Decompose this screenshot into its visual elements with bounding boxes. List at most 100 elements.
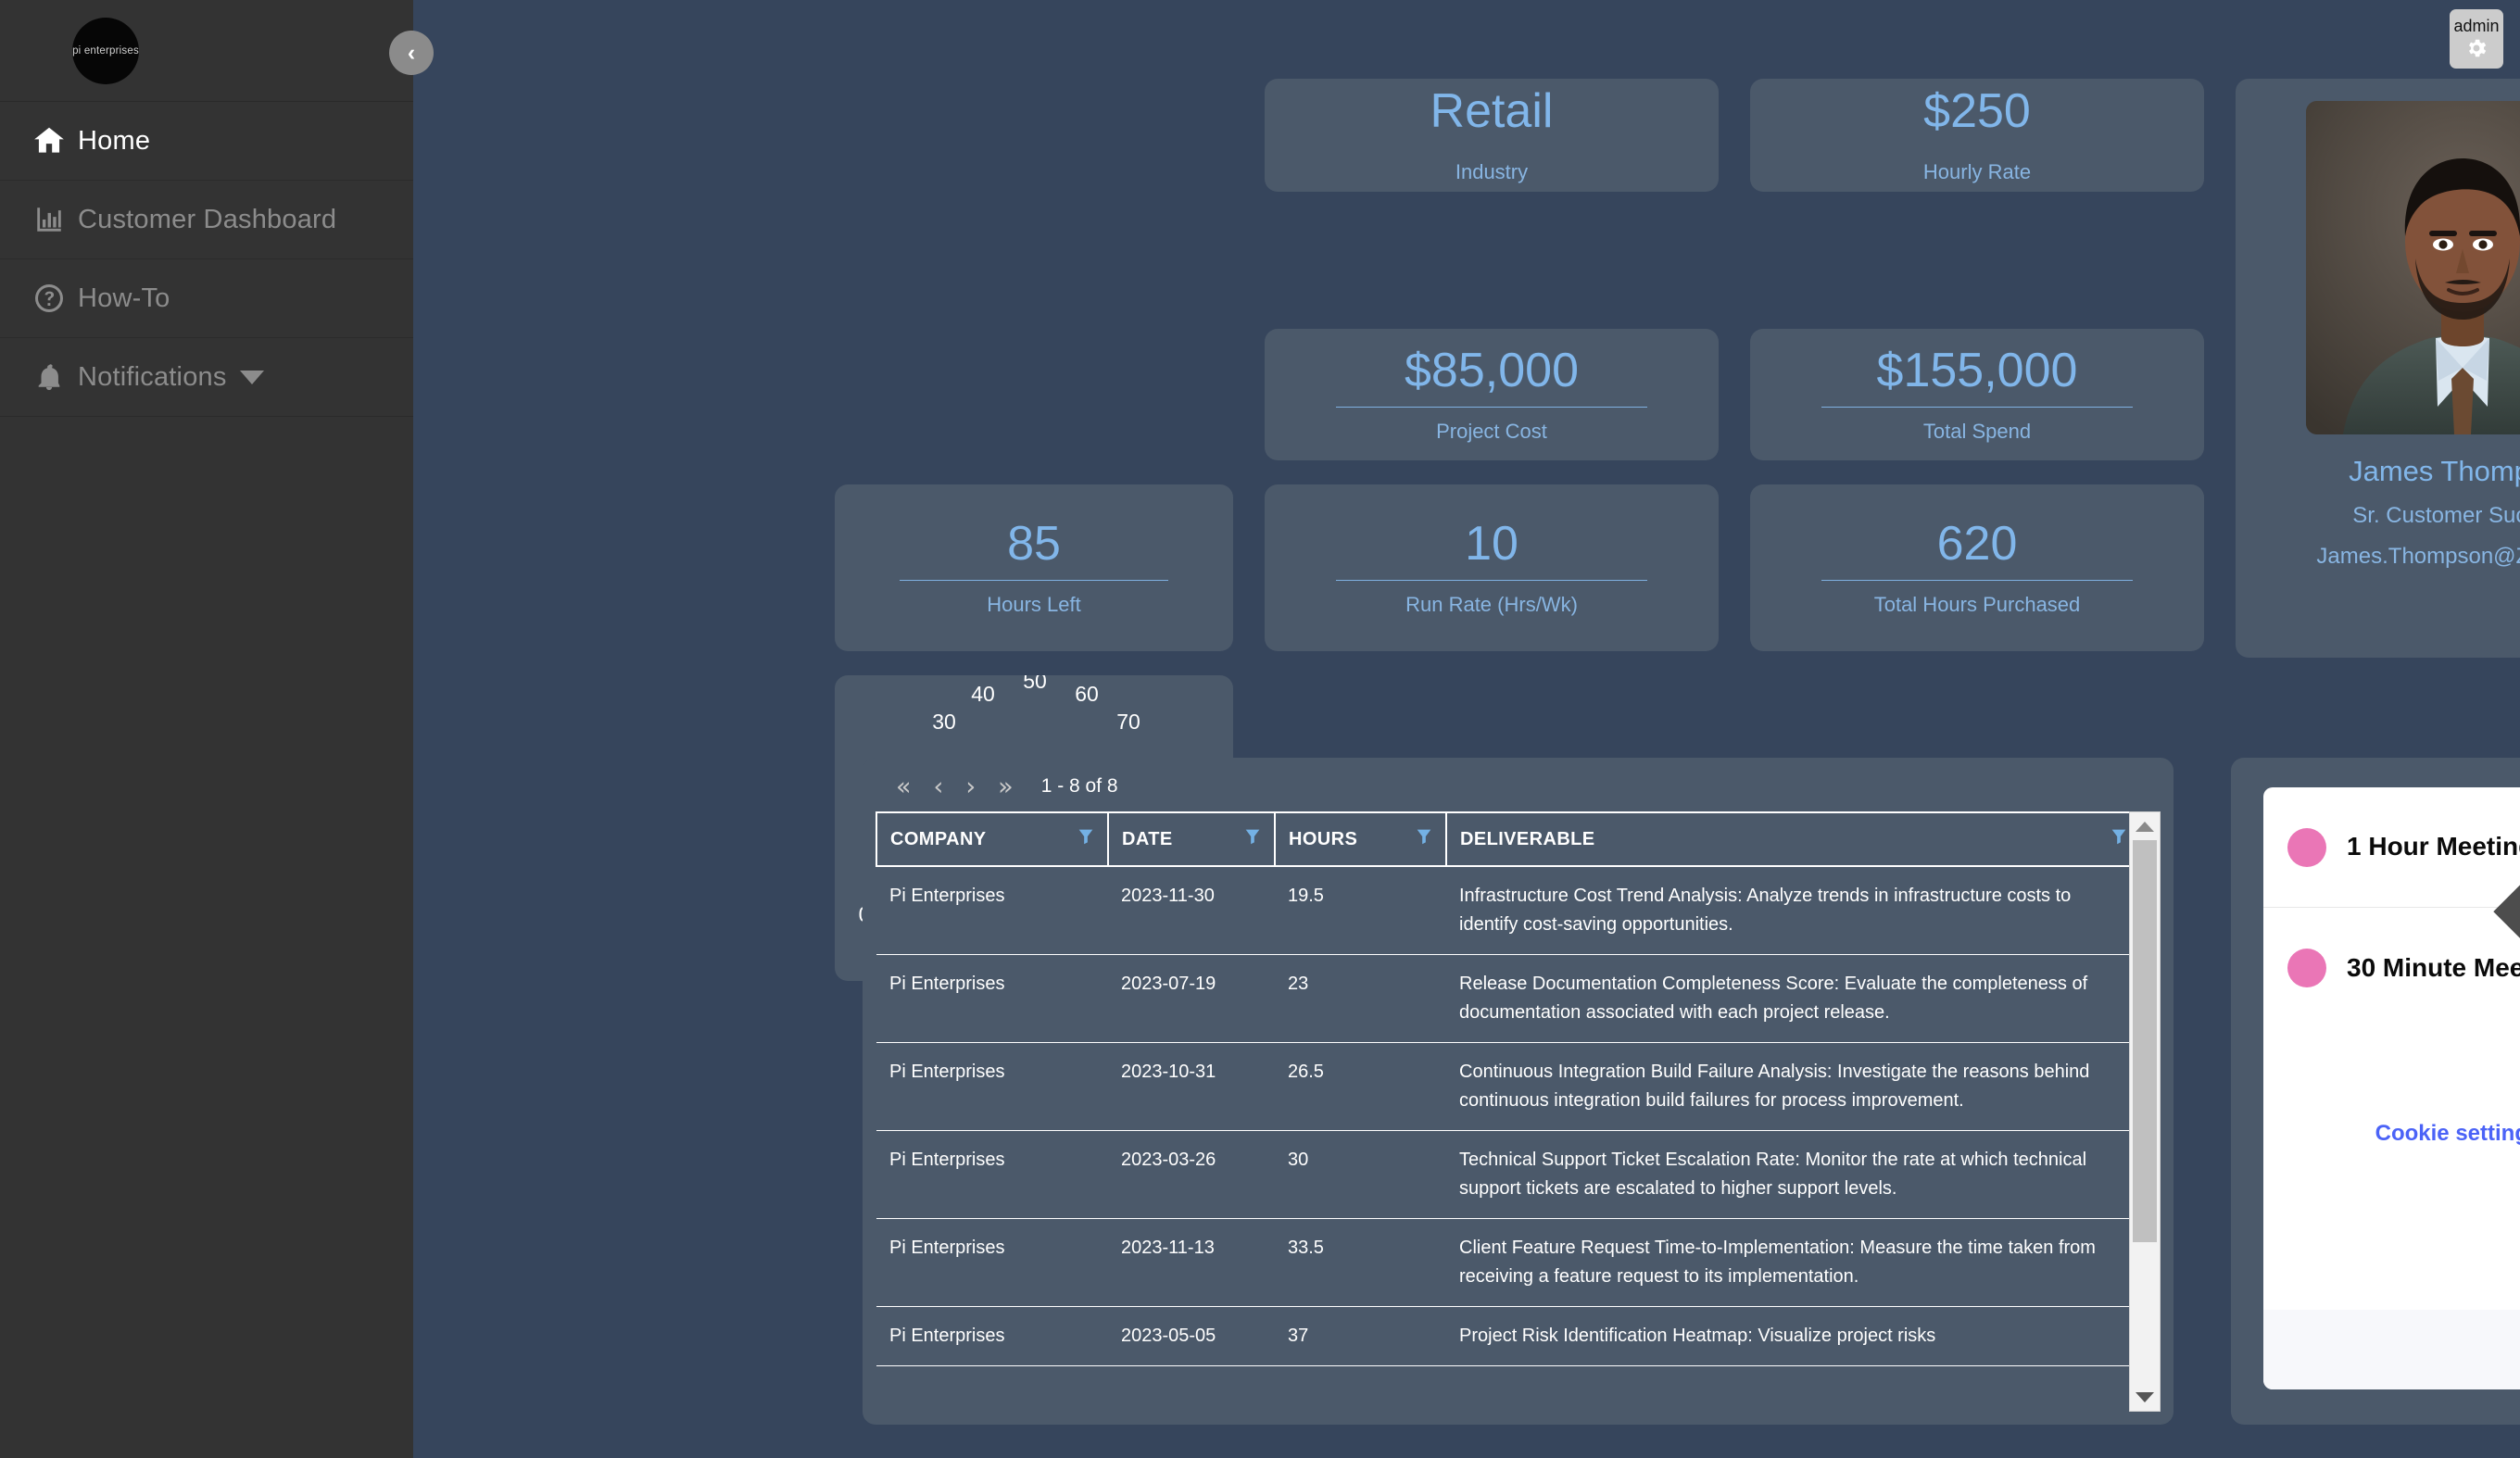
scroll-up-button[interactable] [2136,812,2154,840]
cell-company: Pi Enterprises [876,1130,1108,1219]
triangle-up-icon [2136,821,2154,832]
profile-role: Sr. Customer Success [2352,503,2520,528]
kpi-card-hours-left: 85 Hours Left [835,484,1233,651]
pagination-next-button[interactable]: › [954,774,987,799]
deliverables-table: COMPANY DATE HOURS DELIVERABLE Pi Enterp… [876,811,2142,1366]
calendly-event-30-minute-meeting[interactable]: 30 Minute Meeting [2263,908,2520,1028]
kpi-label-hourly-rate: Hourly Rate [1922,159,2032,183]
table-vertical-scrollbar[interactable] [2129,811,2161,1412]
table-row[interactable]: Pi Enterprises 2023-07-19 23 Release Doc… [876,954,2141,1043]
cell-deliverable: Project Risk Identification Heatmap: Vis… [1446,1306,2141,1366]
kpi-value-total-spend: $155,000 [1876,343,2078,397]
kpi-divider [1821,407,2133,408]
sidebar-item-customer-dashboard[interactable]: Customer Dashboard [0,181,413,259]
cell-company: Pi Enterprises [876,1306,1108,1366]
kpi-card-project-cost: $85,000 Project Cost [1265,329,1719,460]
avatar [2306,101,2520,434]
funnel-icon-hours[interactable] [1414,826,1434,852]
main-content: admin 30 40 50 60 70 Retail Industry $25… [413,0,2520,1458]
pagination-range: 1 - 8 of 8 [1040,775,1118,797]
cell-deliverable: Client Feature Request Time-to-Implement… [1446,1218,2141,1307]
cell-hours: 26.5 [1275,1042,1446,1131]
sidebar-item-home[interactable]: Home [0,102,413,181]
column-header-label-hours: HOURS [1289,828,1358,849]
table-row[interactable]: Pi Enterprises 2023-03-26 30 Technical S… [876,1130,2141,1219]
kpi-divider [1336,407,1647,408]
table-row[interactable]: Pi Enterprises 2023-11-13 33.5 Client Fe… [876,1218,2141,1307]
cell-hours: 37 [1275,1306,1446,1366]
profile-email[interactable]: James.Thompson@Zuar.com [2316,544,2520,570]
column-header-date[interactable]: DATE [1107,811,1276,867]
profile-name: James Thompson [2349,455,2520,487]
pagination-prev-button[interactable]: ‹ [923,774,955,799]
kpi-label-project-cost: Project Cost [1436,420,1547,444]
sidebar-collapse-toggle[interactable]: ‹ [389,31,434,75]
kpi-value-total-hours-purchased: 620 [1936,516,2018,571]
sidebar-item-label-customer-dashboard: Customer Dashboard [78,204,337,234]
chevron-down-icon[interactable] [239,370,264,384]
calendly-event-1-hour-meeting[interactable]: 1 Hour Meeting [2263,787,2520,908]
scrollbar-track[interactable] [2130,840,2160,1383]
calendly-card: POWERED BY Calendly 1 Hour Meeting 30 Mi… [2231,758,2520,1425]
svg-text:70: 70 [1116,710,1140,734]
dashboard-root: pi enterprises Home Customer Dashboard H… [0,0,2520,1458]
cell-company: Pi Enterprises [876,954,1108,1043]
table-header-row: COMPANY DATE HOURS DELIVERABLE [876,811,2142,867]
kpi-card-hourly-rate: $250 Hourly Rate [1750,79,2204,192]
home-icon [20,123,78,158]
svg-text:40: 40 [971,682,995,706]
calendly-event-title-2: 30 Minute Meeting [2347,952,2520,982]
table-row[interactable]: Pi Enterprises 2023-10-31 26.5 Continuou… [876,1042,2141,1131]
calendly-widget: POWERED BY Calendly 1 Hour Meeting 30 Mi… [2263,787,2520,1389]
column-header-deliverable[interactable]: DELIVERABLE [1445,811,2142,867]
kpi-label-hours-left: Hours Left [987,593,1081,617]
cookie-settings-link[interactable]: Cookie settings [2263,1121,2520,1147]
sidebar-item-label-home: Home [78,125,151,156]
cell-date: 2023-05-05 [1108,1306,1275,1366]
column-header-label-deliverable: DELIVERABLE [1460,828,1595,849]
avatar-photo [2306,101,2520,434]
column-header-hours[interactable]: HOURS [1274,811,1447,867]
funnel-icon-date[interactable] [1242,826,1263,852]
column-header-company[interactable]: COMPANY [876,811,1109,867]
kpi-card-industry: Retail Industry [1265,79,1719,192]
gear-icon [2464,36,2488,60]
logo-text: pi enterprises [72,44,139,57]
funnel-icon-company[interactable] [1076,826,1096,852]
scrollbar-thumb[interactable] [2133,840,2157,1242]
cell-hours: 30 [1275,1130,1446,1219]
cell-date: 2023-11-13 [1108,1218,1275,1307]
table-row[interactable]: Pi Enterprises 2023-11-30 19.5 Infrastru… [876,866,2141,955]
kpi-divider [1821,580,2133,582]
admin-button-label: admin [2453,17,2500,35]
cell-deliverable: Technical Support Ticket Escalation Rate… [1446,1130,2141,1219]
logo-circle: pi enterprises [72,17,139,84]
pagination-first-button[interactable]: « [885,774,923,799]
bell-icon [20,361,78,393]
chevron-left-icon: ‹ [407,39,416,66]
kpi-label-industry: Industry [1455,159,1529,183]
cell-company: Pi Enterprises [876,1218,1108,1307]
calendly-event-title-1: 1 Hour Meeting [2347,832,2520,861]
kpi-value-hours-left: 85 [1007,516,1061,571]
kpi-card-run-rate: 10 Run Rate (Hrs/Wk) [1265,484,1719,651]
cell-company: Pi Enterprises [876,866,1108,955]
scroll-down-button[interactable] [2136,1383,2154,1411]
pagination-last-button[interactable]: » [987,774,1025,799]
funnel-icon-deliverable[interactable] [2109,826,2129,852]
svg-text:50: 50 [1023,675,1047,693]
profile-card: James Thompson Sr. Customer Success Jame… [2236,79,2520,658]
sidebar-item-how-to[interactable]: How-To [0,259,413,338]
column-header-label-date: DATE [1122,828,1173,849]
deliverables-table-panel: « ‹ › » 1 - 8 of 8 COMPANY DATE HOURS DE… [863,758,2174,1425]
kpi-value-project-cost: $85,000 [1405,343,1579,397]
sidebar-item-notifications[interactable]: Notifications [0,338,413,417]
svg-text:60: 60 [1075,682,1099,706]
table-scroll-area: COMPANY DATE HOURS DELIVERABLE Pi Enterp… [876,811,2161,1412]
event-color-dot [2287,949,2326,987]
table-row[interactable]: Pi Enterprises 2023-05-05 37 Project Ris… [876,1306,2141,1366]
admin-button[interactable]: admin [2450,9,2503,69]
pagination: « ‹ › » 1 - 8 of 8 [876,769,2161,804]
kpi-card-total-spend: $155,000 Total Spend [1750,329,2204,460]
table-header: COMPANY DATE HOURS DELIVERABLE [876,811,2142,867]
